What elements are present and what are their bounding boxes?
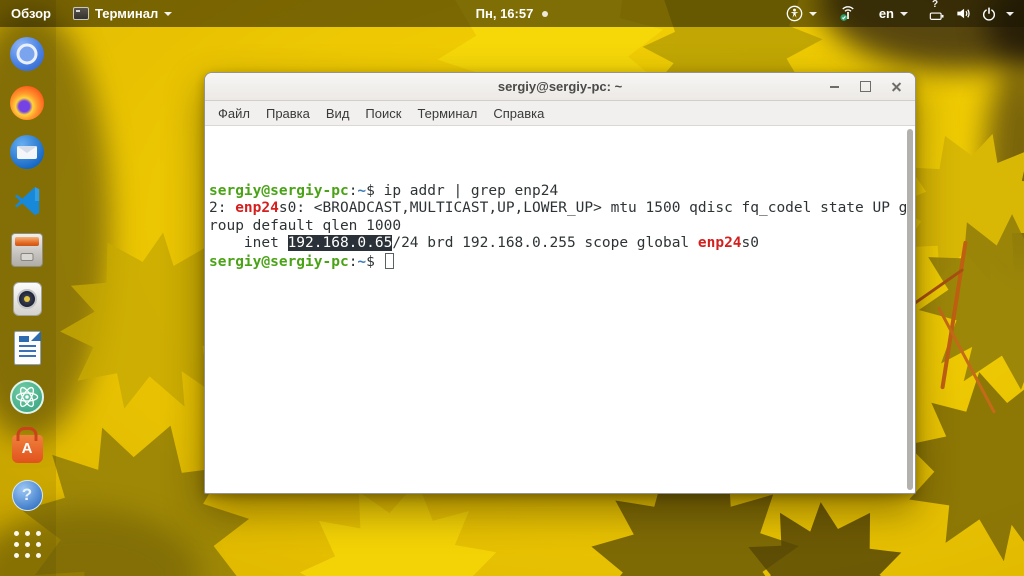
maximize-button[interactable] bbox=[854, 78, 876, 96]
terminal-scrollbar[interactable] bbox=[907, 129, 913, 490]
chevron-down-icon bbox=[808, 12, 817, 16]
activities-button[interactable]: Обзор bbox=[0, 0, 62, 27]
window-controls bbox=[823, 78, 915, 96]
vscode-icon bbox=[10, 184, 44, 218]
volume-icon bbox=[957, 8, 970, 19]
terminal-window: sergiy@sergiy-pc: ~ Файл Правка Вид Поиск Те… bbox=[204, 72, 916, 494]
dock-item-files[interactable] bbox=[9, 232, 45, 268]
terminal-body[interactable]: sergiy@sergiy-pc:~$ ip addr | grep enp24… bbox=[205, 126, 915, 493]
menu-item[interactable]: Поиск bbox=[357, 103, 409, 124]
chevron-down-icon bbox=[1006, 12, 1014, 16]
power-icon bbox=[982, 6, 996, 21]
dock-item-atom[interactable] bbox=[9, 379, 45, 415]
keyboard-layout-label: en bbox=[878, 6, 894, 21]
envelope-icon bbox=[17, 146, 37, 159]
terminal-line: sergiy@sergiy-pc:~$ ip addr | grep enp24 bbox=[209, 182, 559, 199]
battery-unknown-icon: ? bbox=[929, 0, 946, 22]
software-letter: A bbox=[21, 440, 33, 457]
dock-item-show-applications[interactable] bbox=[9, 526, 45, 562]
document-image-thumb bbox=[18, 336, 29, 342]
dock-item-help[interactable]: ? bbox=[9, 477, 45, 513]
app-menu[interactable]: Терминал bbox=[62, 0, 183, 27]
network-signal-icon bbox=[840, 5, 854, 21]
clock-label: Пн, 16:57 bbox=[475, 6, 534, 21]
window-titlebar[interactable]: sergiy@sergiy-pc: ~ bbox=[205, 73, 915, 101]
clock-button[interactable]: Пн, 16:57 bbox=[465, 6, 560, 21]
dock-item-rhythmbox[interactable] bbox=[9, 281, 45, 317]
files-cabinet-icon bbox=[11, 233, 43, 267]
help-icon: ? bbox=[11, 479, 43, 511]
terminal-line: roup default qlen 1000 bbox=[209, 217, 402, 234]
help-question-glyph: ? bbox=[21, 485, 33, 504]
dock-item-writer[interactable] bbox=[9, 330, 45, 366]
libreoffice-writer-icon bbox=[13, 331, 41, 365]
accessibility-menu[interactable] bbox=[775, 0, 828, 27]
show-applications-icon bbox=[13, 530, 41, 558]
rhythmbox-speaker-icon bbox=[12, 282, 42, 316]
accessibility-icon bbox=[786, 5, 803, 22]
menu-item[interactable]: Вид bbox=[318, 103, 358, 124]
dock: A ? bbox=[0, 27, 56, 562]
speaker-cone bbox=[17, 289, 37, 309]
menu-item[interactable]: Справка bbox=[485, 103, 552, 124]
dock-item-ubuntu-software[interactable]: A bbox=[9, 428, 45, 464]
dock-item-vscode[interactable] bbox=[9, 183, 45, 219]
terminal-app-icon bbox=[73, 7, 89, 20]
terminal-line: inet 192.168.0.65/24 brd 192.168.0.255 s… bbox=[209, 235, 760, 251]
terminal-line: sergiy@sergiy-pc:~$ bbox=[209, 252, 901, 272]
speaker-dot bbox=[24, 296, 30, 302]
ubuntu-software-icon: A bbox=[11, 434, 43, 463]
dock-item-firefox[interactable] bbox=[9, 85, 45, 121]
menu-item[interactable]: Файл bbox=[210, 103, 258, 124]
activities-label: Обзор bbox=[11, 6, 51, 21]
terminal-line: 2: enp24s0: <BROADCAST,MULTICAST,UP,LOWE… bbox=[209, 200, 908, 216]
menu-item[interactable]: Терминал bbox=[409, 103, 485, 124]
minimize-button[interactable] bbox=[823, 78, 845, 96]
firefox-icon bbox=[10, 86, 44, 120]
terminal-output: sergiy@sergiy-pc:~$ ip addr | grep enp24… bbox=[205, 126, 915, 271]
terminal-menubar: Файл Правка Вид Поиск Терминал Справка bbox=[205, 101, 915, 126]
dock-item-thunderbird[interactable] bbox=[9, 134, 45, 170]
close-button[interactable] bbox=[885, 78, 907, 96]
notification-dot bbox=[542, 10, 549, 17]
window-title: sergiy@sergiy-pc: ~ bbox=[497, 79, 623, 94]
chevron-down-icon bbox=[900, 12, 908, 16]
system-menu[interactable]: ? bbox=[919, 0, 1024, 27]
chevron-down-icon bbox=[164, 12, 173, 16]
thunderbird-icon bbox=[10, 135, 44, 169]
dock-item-chromium[interactable] bbox=[9, 36, 45, 72]
atom-icon bbox=[10, 380, 44, 414]
keyboard-layout-menu[interactable]: en bbox=[868, 0, 919, 27]
top-bar: Обзор Терминал Пн, 16:57 en ? bbox=[0, 0, 1024, 27]
app-menu-label: Терминал bbox=[95, 6, 159, 21]
menu-item[interactable]: Правка bbox=[258, 103, 318, 124]
chromium-icon bbox=[10, 37, 44, 71]
network-indicator[interactable] bbox=[828, 0, 868, 27]
battery-status-glyph: ? bbox=[932, 0, 939, 10]
